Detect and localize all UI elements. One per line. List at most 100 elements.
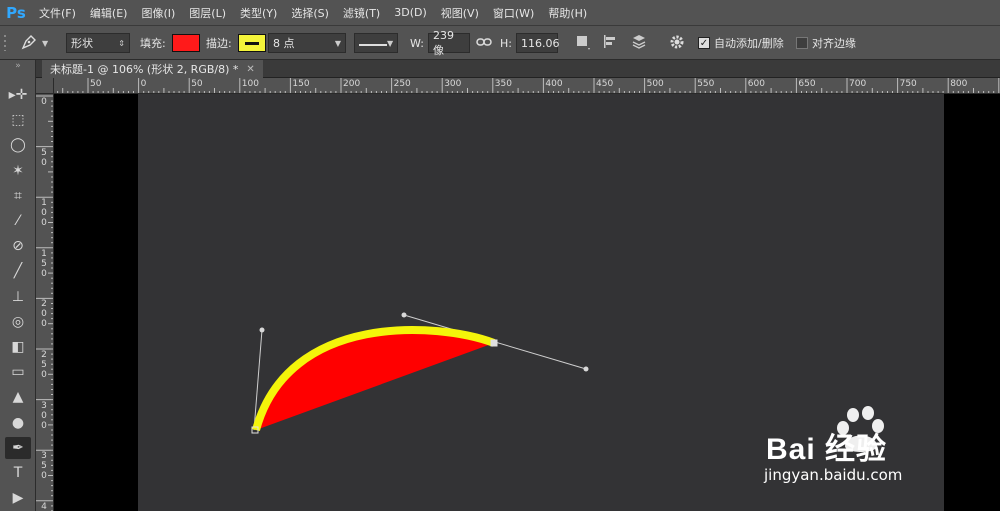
eyedropper-icon: ⁄ (16, 213, 20, 229)
document-tab-bar: 未标题-1 @ 106% (形状 2, RGB/8) * ✕ (36, 60, 1000, 78)
ruler-h-label: 400 (545, 79, 563, 89)
stamp-icon: ⊥ (11, 288, 25, 305)
history-brush-tool[interactable]: ◎ (5, 311, 31, 333)
ruler-origin[interactable] (36, 78, 54, 94)
menu-file[interactable]: 文件(F) (32, 5, 83, 21)
marquee-tool[interactable]: ⬚ (5, 109, 31, 131)
stamp-tool[interactable]: ⊥ (5, 286, 31, 308)
magic-wand-tool[interactable]: ✶ (5, 160, 31, 182)
gear-icon[interactable] (668, 33, 686, 54)
height-field[interactable]: 116.06 (516, 33, 560, 53)
crop-tool[interactable]: ⌗ (5, 185, 31, 207)
line-style-icon (359, 37, 387, 50)
width-label: W: (410, 36, 424, 50)
options-bar: ▼ 形状 ⇕ 填充: 描边: 8 点 ▼ ▼ W: 239 像 H: 116.0… (0, 26, 1000, 60)
menu-view[interactable]: 视图(V) (434, 5, 486, 21)
baidu-url-text: jingyan.baidu.com (764, 466, 903, 484)
width-field[interactable]: 239 像 (428, 29, 470, 57)
document-tab[interactable]: 未标题-1 @ 106% (形状 2, RGB/8) * ✕ (42, 60, 263, 78)
stroke-type-select[interactable]: ▼ (354, 33, 398, 53)
type-tool[interactable]: T (5, 462, 31, 484)
height-value: 116.06 (521, 36, 560, 50)
menu-bar: Ps 文件(F) 编辑(E) 图像(I) 图层(L) 类型(Y) 选择(S) 滤… (0, 0, 1000, 26)
stroke-width-value: 8 点 (273, 37, 295, 50)
baidu-brand-text: Bai 经验 (766, 433, 888, 466)
chevron-down-icon: ▼ (42, 38, 49, 48)
type-icon: T (13, 465, 23, 481)
mode-value: 形状 (71, 37, 93, 50)
path-operations-icon[interactable] (574, 33, 592, 54)
menu-3d[interactable]: 3D(D) (387, 6, 434, 19)
chevron-down-icon: ▼ (334, 38, 341, 48)
pen-icon: ✒ (12, 439, 24, 456)
ruler-h-label: 250 (393, 79, 411, 89)
blur-icon: ▲ (12, 389, 24, 406)
move-tool[interactable]: ▸✛ (5, 84, 31, 106)
menu-image[interactable]: 图像(I) (134, 5, 182, 21)
menu-select[interactable]: 选择(S) (284, 5, 336, 21)
lasso-tool[interactable]: ◯ (5, 134, 31, 156)
stroke-width-field[interactable]: 8 点 ▼ (268, 33, 346, 53)
path-select-icon: ▶ (12, 490, 24, 507)
pen-icon (20, 33, 38, 54)
link-icon[interactable] (476, 36, 492, 51)
menu-filter[interactable]: 滤镜(T) (336, 5, 387, 21)
marquee-icon: ⬚ (11, 112, 25, 129)
eraser-tool[interactable]: ◧ (5, 336, 31, 358)
dodge-icon: ● (11, 414, 25, 431)
horizontal-ruler[interactable]: 50 0 50 100 150 200 250 300 350 400 450 500 550 600 65… (54, 78, 1000, 94)
ruler-v-label: 150 (41, 248, 47, 279)
menu-window[interactable]: 窗口(W) (486, 5, 541, 21)
menu-type[interactable]: 类型(Y) (233, 5, 284, 21)
ruler-h-label: 200 (343, 79, 361, 89)
ruler-v-label: 350 (41, 451, 47, 482)
tool-preset-picker[interactable]: ▼ (20, 26, 56, 60)
path-arrangement-icon[interactable] (630, 33, 648, 54)
eyedropper-tool[interactable]: ⁄ (5, 210, 31, 232)
menu-layer[interactable]: 图层(L) (182, 5, 233, 21)
ruler-h-label: 0 (140, 79, 147, 89)
ruler-v-label: 400 (41, 501, 47, 511)
options-grip (4, 26, 14, 60)
photoshop-logo: Ps (6, 3, 26, 22)
checkbox-auto-add[interactable]: ✓ (698, 37, 710, 49)
align-edges-checkbox[interactable]: 对齐边缘 (796, 26, 856, 60)
ruler-v-label: 200 (41, 299, 47, 330)
width-value: 239 像 (433, 28, 454, 57)
ruler-h-label: 50 (90, 79, 102, 89)
gradient-tool[interactable]: ▭ (5, 361, 31, 383)
align-edges-label: 对齐边缘 (812, 37, 856, 50)
checkbox-align-edges[interactable] (796, 37, 808, 49)
ruler-h-label: 150 (292, 79, 310, 89)
auto-add-delete-checkbox[interactable]: ✓ 自动添加/删除 (698, 26, 784, 60)
pen-tool[interactable]: ✒ (5, 436, 31, 459)
shape-fill[interactable] (256, 329, 494, 430)
ruler-v-label: 0 (41, 97, 47, 107)
fill-color-swatch[interactable] (172, 34, 200, 52)
gradient-icon: ▭ (11, 364, 25, 381)
menu-help[interactable]: 帮助(H) (541, 5, 594, 21)
ruler-h-label: 100 (241, 79, 259, 89)
path-select-tool[interactable]: ▶ (5, 487, 31, 509)
tools-panel: » ▸✛ ⬚ ◯ ✶ ⌗ ⁄ ⊘ ╱ ⊥ ◎ ◧ ▭ ▲ ● ✒ T ▶ (0, 60, 36, 511)
lasso-icon: ◯ (10, 137, 26, 154)
vertical-ruler[interactable]: 0 50 100 150 200 250 300 350 400 (36, 94, 54, 511)
baidu-watermark: Bai 经验 jingyan.baidu.com (760, 404, 960, 494)
ruler-v-label: 300 (41, 400, 47, 431)
brush-tool[interactable]: ╱ (5, 260, 31, 282)
ruler-v-label: 50 (41, 147, 47, 168)
magic-wand-icon: ✶ (12, 162, 24, 179)
blur-tool[interactable]: ▲ (5, 386, 31, 408)
ruler-h-label: 300 (444, 79, 462, 89)
stroke-label: 描边: (206, 37, 232, 50)
healing-tool[interactable]: ⊘ (5, 235, 31, 257)
path-alignment-icon[interactable] (602, 33, 620, 54)
history-brush-icon: ◎ (11, 313, 25, 330)
mode-select[interactable]: 形状 ⇕ (66, 33, 130, 53)
close-icon[interactable]: ✕ (246, 64, 254, 75)
panel-collapse-icon[interactable]: » (0, 60, 36, 74)
ruler-h-label: 450 (596, 79, 614, 89)
dodge-tool[interactable]: ● (5, 412, 31, 434)
stroke-color-swatch[interactable] (238, 34, 266, 52)
menu-edit[interactable]: 编辑(E) (83, 5, 135, 21)
